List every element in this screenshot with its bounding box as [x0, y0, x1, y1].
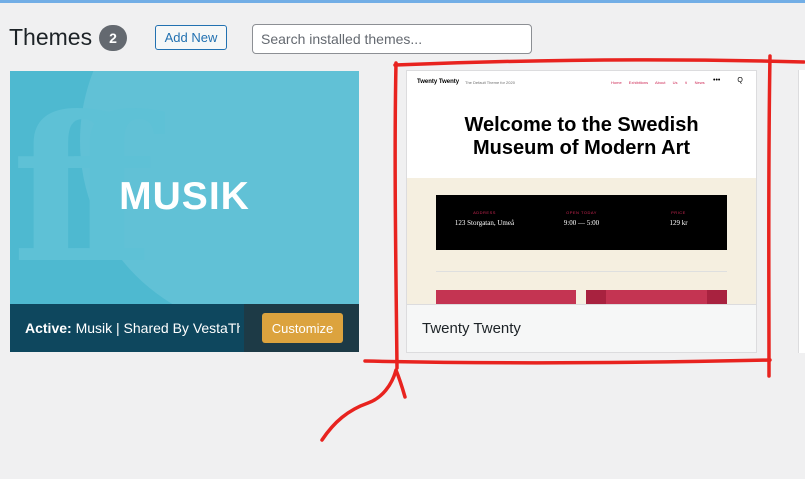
preview-site-title: Twenty Twenty: [417, 79, 460, 85]
theme-screenshot[interactable]: ff MUSIK: [10, 71, 359, 304]
preview-header: Twenty Twenty The Default Theme for 2020…: [407, 71, 756, 101]
search-icon: Q: [737, 77, 743, 84]
annotation-box-left: [393, 61, 399, 370]
preview-info-box: ADDRESS 123 Storgatan, Umeå OPEN TODAY 9…: [436, 195, 727, 250]
info-value: 9:00 — 5:00: [563, 219, 600, 227]
preview-headline: Welcome to the Swedish Museum of Modern …: [407, 114, 756, 160]
info-address: ADDRESS 123 Storgatan, Umeå: [436, 210, 533, 227]
customize-button[interactable]: Customize: [262, 313, 343, 343]
preview-headline-line2: Museum of Modern Art: [472, 137, 691, 159]
theme-actions: Customize: [244, 304, 359, 352]
page-title: Themes: [9, 24, 93, 50]
annotation-box-right: [767, 54, 772, 378]
admin-top-border: [0, 0, 805, 3]
annotation-box-top: [393, 58, 805, 67]
info-label: PRICE: [671, 210, 686, 215]
theme-screenshot[interactable]: Twenty Twenty The Default Theme for 2020…: [407, 71, 756, 304]
search-input[interactable]: [252, 24, 532, 54]
theme-name: Twenty Twenty: [422, 320, 521, 337]
preview-headline-line1: Welcome to the Swedish: [464, 114, 699, 136]
info-label: ADDRESS: [473, 210, 496, 215]
info-open-today: OPEN TODAY 9:00 — 5:00: [533, 210, 630, 227]
screenshot-title: MUSIK: [119, 175, 250, 218]
preview-header-icons: ••• Q: [713, 77, 756, 84]
preview-image-block: [436, 290, 576, 304]
preview-image-shade: [707, 290, 727, 304]
active-theme-title: Musik | Shared By VestaThemes.com: [75, 320, 240, 336]
info-label: OPEN TODAY: [566, 210, 597, 215]
annotation-box-bottom: [363, 358, 772, 365]
preview-body: ADDRESS 123 Storgatan, Umeå OPEN TODAY 9…: [407, 178, 756, 304]
theme-card-active[interactable]: ff MUSIK Active: Musik | Shared By Vesta…: [10, 71, 359, 352]
menu-dots-icon: •••: [713, 77, 721, 84]
next-theme-card-edge[interactable]: [798, 70, 805, 353]
theme-count-badge: 2: [99, 25, 127, 51]
info-price: PRICE 129 kr: [630, 210, 727, 227]
theme-name-bar[interactable]: Twenty Twenty: [407, 304, 756, 352]
active-theme-bar: Active: Musik | Shared By VestaThemes.co…: [10, 304, 359, 352]
preview-menu: Home Exhibitions About Us ∨ News: [611, 80, 705, 85]
info-value: 123 Storgatan, Umeå: [454, 219, 515, 227]
active-prefix: Active:: [25, 320, 72, 336]
theme-card-twenty-twenty[interactable]: Twenty Twenty The Default Theme for 2020…: [406, 70, 757, 353]
preview-image-block: [586, 290, 727, 304]
info-value: 129 kr: [669, 219, 688, 227]
preview-image-shade: [586, 290, 606, 304]
preview-site-description: The Default Theme for 2020: [465, 80, 515, 85]
preview-divider: [436, 271, 727, 272]
add-new-button[interactable]: Add New: [155, 25, 227, 50]
annotation-arrow-tail: [320, 368, 407, 442]
active-theme-name: Active: Musik | Shared By VestaThemes.co…: [25, 304, 240, 352]
